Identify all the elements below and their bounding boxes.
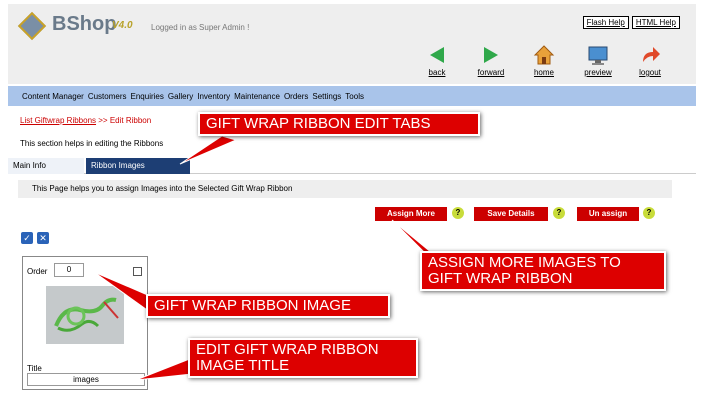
tabs-callout-pointer-icon bbox=[179, 135, 238, 165]
callout-image-title: EDIT GIFT WRAP RIBBON IMAGE TITLE bbox=[188, 338, 418, 378]
image-callout-pointer-icon bbox=[93, 271, 151, 313]
callout-assign-more: ASSIGN MORE IMAGES TO GIFT WRAP RIBBON bbox=[420, 251, 666, 291]
title-callout-pointer-icon bbox=[135, 357, 193, 381]
callout-ribbon-image: GIFT WRAP RIBBON IMAGE bbox=[146, 294, 390, 318]
callout-edit-tabs: GIFT WRAP RIBBON EDIT TABS bbox=[198, 112, 480, 136]
